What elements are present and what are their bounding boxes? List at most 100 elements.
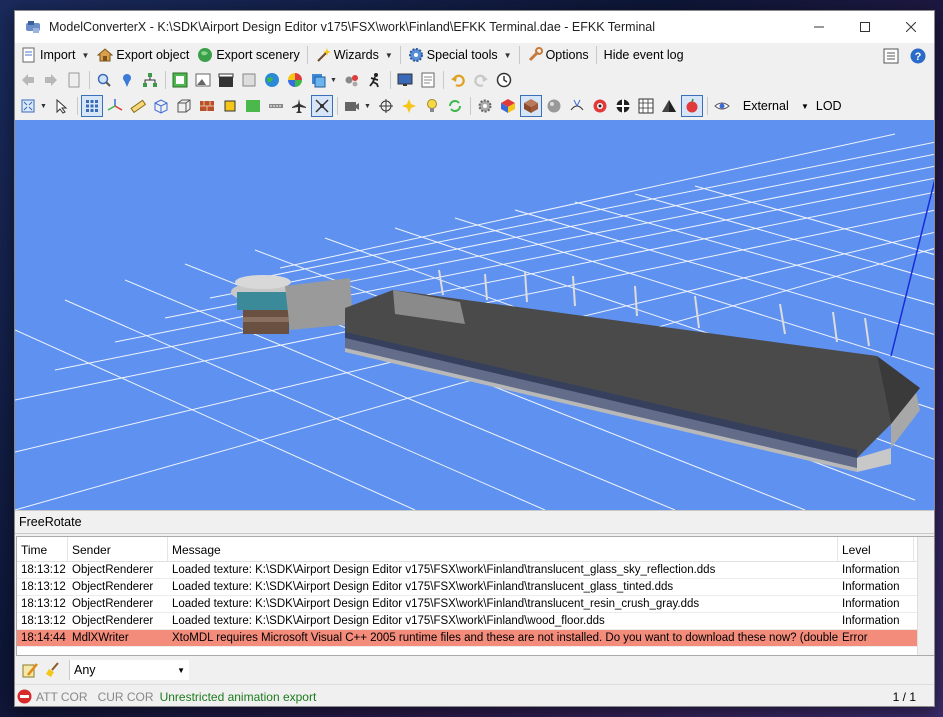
toolbar-separator [89,71,90,89]
measure-button[interactable] [127,95,149,117]
attach-button[interactable] [238,69,260,91]
help-icon: ? [910,48,926,64]
close-button[interactable] [888,11,934,43]
axes-button[interactable] [104,95,126,117]
column-header-message[interactable]: Message [168,537,838,561]
material-editor-button[interactable] [169,69,191,91]
aircraft-button[interactable] [288,95,310,117]
document-button[interactable] [63,69,85,91]
toolbar-separator [442,71,444,89]
column-header-time[interactable]: Time [17,537,68,561]
export-scenery-button[interactable]: Export scenery [193,44,303,66]
uv-button[interactable] [635,95,657,117]
help-button[interactable]: ? [907,45,929,67]
view-mode-select[interactable]: External ▼ [737,95,812,117]
column-header-sender[interactable]: Sender [68,537,168,561]
stop-icon [17,689,32,704]
box-icon [242,73,256,87]
location-button[interactable] [116,69,138,91]
cube-button[interactable] [173,95,195,117]
ground-button[interactable] [242,95,264,117]
log-message: Loaded texture: K:\SDK\Airport Design Ed… [172,615,605,627]
redo-button[interactable] [470,69,492,91]
texture-button[interactable] [192,69,214,91]
person-button[interactable] [364,69,386,91]
log-sender: ObjectRenderer [72,581,154,593]
crossed-lines-icon [315,99,329,113]
document-list-icon [883,48,899,64]
minimize-button[interactable] [796,11,842,43]
undo-button[interactable] [447,69,469,91]
camera-button[interactable] [341,95,363,117]
sphere-button[interactable] [543,95,565,117]
clear-log-button[interactable] [42,659,64,681]
ruler-icon [130,99,146,114]
column-header-level[interactable]: Level [838,537,914,561]
world-button[interactable] [261,69,283,91]
maximize-button[interactable] [842,11,888,43]
ground-icon [245,100,260,112]
grid-toggle-button[interactable] [80,95,103,117]
3d-viewport[interactable] [15,120,934,510]
clapper-icon [218,73,234,87]
shadow-button[interactable] [658,95,680,117]
texture-view-button[interactable] [519,95,542,117]
physics-button[interactable] [680,95,703,117]
runway-button[interactable] [265,95,287,117]
forward-button[interactable] [40,69,62,91]
import-menu[interactable]: Import ▼ [17,44,93,66]
molecule-button[interactable] [341,69,363,91]
special-tools-menu[interactable]: Special tools ▼ [404,44,516,66]
color-button[interactable] [284,69,306,91]
zoom-extents-button[interactable] [17,95,39,117]
log-row[interactable]: 18:13:12 ObjectRenderer Loaded texture: … [17,613,934,630]
screenshot-button[interactable] [394,69,416,91]
checker-button[interactable] [589,95,611,117]
att-cor-status: ATT COR [36,689,88,704]
hide-event-log-button[interactable]: Hide event log [600,44,688,66]
options-button[interactable]: Options [523,44,593,66]
log-row[interactable]: 18:13:12 ObjectRenderer Loaded texture: … [17,596,934,613]
log-panel-button[interactable] [880,45,902,67]
log-row-error[interactable]: 18:14:44 MdlXWriter XtoMDL requires Micr… [17,630,934,647]
hierarchy-button[interactable] [139,69,161,91]
bulb-button[interactable] [421,95,443,117]
checker2-button[interactable] [612,95,634,117]
animation-button[interactable] [215,69,237,91]
view-eye-button[interactable] [711,95,733,117]
target-button[interactable] [375,95,397,117]
select-tool-button[interactable] [51,95,73,117]
wizards-menu[interactable]: Wizards ▼ [311,44,397,66]
arrow-right-icon [45,74,57,86]
back-button[interactable] [17,69,39,91]
square-button[interactable] [219,95,241,117]
log-row[interactable]: 18:13:12 ObjectRenderer Loaded texture: … [17,562,934,579]
log-level-filter[interactable]: Any ▼ [69,660,189,680]
chevron-down-icon[interactable]: ▼ [364,103,371,110]
toolbar-separator [76,97,78,115]
color-cube-button[interactable] [497,95,519,117]
chevron-down-icon[interactable]: ▼ [330,77,337,84]
view-toolbar: ▼ ▼ External ▼ LOD [15,93,934,119]
preview-button[interactable] [93,69,115,91]
normals-button[interactable] [566,95,588,117]
log-scrollbar[interactable] [917,537,934,655]
refresh-button[interactable] [444,95,466,117]
toolbar-separator [389,71,391,89]
lights-button[interactable] [398,95,420,117]
export-object-button[interactable]: Export object [93,44,193,66]
history-button[interactable] [493,69,515,91]
chevron-down-icon[interactable]: ▼ [40,103,47,110]
report-button[interactable] [417,69,439,91]
lod-label[interactable]: LOD [816,99,842,113]
log-row[interactable]: 18:13:12 ObjectRenderer Loaded texture: … [17,579,934,596]
settings-button[interactable] [474,95,496,117]
page-count: 1 / 1 [892,690,916,704]
layers-button[interactable] [307,69,329,91]
wireframe-button[interactable] [150,95,172,117]
bones-button[interactable] [310,95,333,117]
brick-button[interactable] [196,95,218,117]
document-icon [68,72,80,88]
edit-log-button[interactable] [19,659,41,681]
arrow-left-icon [22,74,34,86]
